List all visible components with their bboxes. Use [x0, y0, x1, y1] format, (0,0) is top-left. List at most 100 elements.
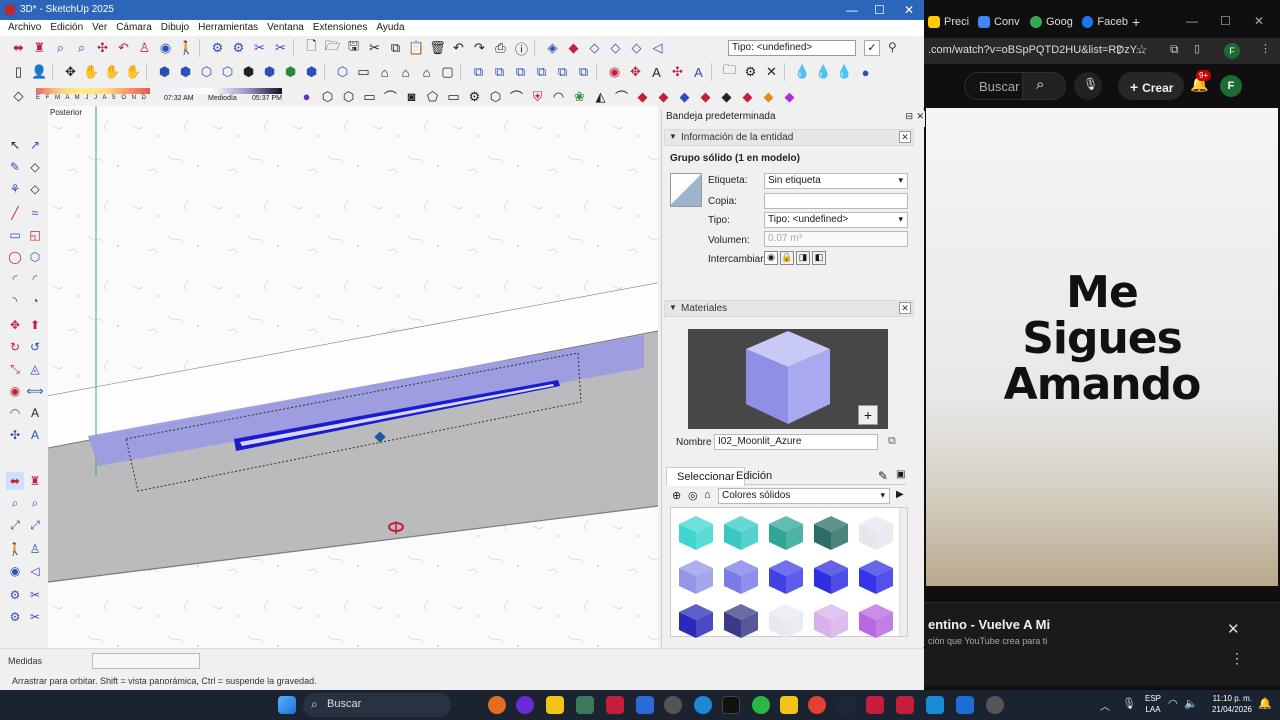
geo-location-icon[interactable]: ◉: [604, 62, 625, 83]
add-location-icon[interactable]: ✥: [625, 62, 646, 83]
back-edges-icon[interactable]: ⬢: [175, 62, 196, 83]
sweep-icon[interactable]: ⌒: [611, 86, 632, 107]
user-icon[interactable]: 👤: [29, 62, 50, 83]
app6-icon[interactable]: [986, 696, 1004, 714]
drop-blue-icon[interactable]: 💧: [834, 62, 855, 83]
move-icon[interactable]: ✥: [6, 316, 24, 334]
subtract-icon[interactable]: ⧉: [531, 62, 552, 83]
sandbox3-icon[interactable]: ⚙: [6, 608, 24, 626]
freehand-icon[interactable]: ≈: [26, 204, 44, 222]
style-active-icon[interactable]: ⬢: [301, 62, 322, 83]
tag-icon[interactable]: ⚘: [6, 180, 24, 198]
sandbox-scratch-icon[interactable]: ◁: [647, 38, 668, 59]
youtube-search-input[interactable]: Buscar: [964, 72, 1022, 100]
outlook-icon[interactable]: [636, 696, 654, 714]
maximize-icon[interactable]: ☐: [874, 3, 885, 17]
material-swatch[interactable]: [855, 600, 897, 642]
shaded-textures-icon[interactable]: ⬢: [259, 62, 280, 83]
position-camera-icon[interactable]: ♙: [134, 38, 155, 59]
material-swatch[interactable]: [765, 556, 807, 598]
type-dropdown[interactable]: Tipo: <undefined>: [728, 40, 856, 56]
video-player[interactable]: Me Sigues Amando: [926, 108, 1278, 586]
file-explorer-icon[interactable]: [546, 696, 564, 714]
material-library-dropdown[interactable]: Colores sólidos: [718, 488, 890, 504]
steam-icon[interactable]: [838, 696, 856, 714]
tag-dropdown[interactable]: Sin etiqueta: [764, 173, 908, 189]
rotate-icon[interactable]: ↻: [6, 338, 24, 356]
material-swatch[interactable]: [855, 512, 897, 554]
entity-info-header[interactable]: ▼ Información de la entidad ✕: [664, 129, 914, 146]
fredo-tool-6-icon[interactable]: ◆: [737, 86, 758, 107]
camera-icon[interactable]: ▭: [359, 86, 380, 107]
close-icon[interactable]: ✕: [899, 302, 911, 314]
lasso-icon[interactable]: ↗: [26, 136, 44, 154]
new-tab-button[interactable]: +: [1132, 11, 1144, 33]
dimension-icon[interactable]: ⟺: [26, 382, 44, 400]
material-name-field[interactable]: I02_Moonlit_Azure: [714, 434, 878, 450]
app3-icon[interactable]: [664, 696, 682, 714]
cut-icon[interactable]: ✂: [364, 38, 385, 59]
swatch-scrollbar[interactable]: [899, 508, 907, 636]
prev-view-icon[interactable]: ⤢: [26, 516, 44, 534]
wireframe-icon[interactable]: ⬡: [196, 62, 217, 83]
notification-icon[interactable]: 🔔: [1258, 697, 1272, 710]
pan-icon[interactable]: ✋: [81, 62, 102, 83]
text-tool-icon[interactable]: A: [646, 62, 667, 83]
fredo-tool-2-icon[interactable]: ◆: [653, 86, 674, 107]
back-view-icon[interactable]: ⌂: [416, 62, 437, 83]
paste-icon[interactable]: 📋: [406, 38, 427, 59]
top-view-icon[interactable]: ▭: [353, 62, 374, 83]
section-icon[interactable]: ◁: [26, 562, 44, 580]
sketchup-icon[interactable]: [866, 696, 884, 714]
rotated-rect-icon[interactable]: ◱: [26, 226, 44, 244]
maximize-icon[interactable]: ☐: [1220, 14, 1231, 28]
curve-icon[interactable]: ⌒: [506, 86, 527, 107]
autocad-icon[interactable]: [896, 696, 914, 714]
menu-herramientas[interactable]: Herramientas: [198, 22, 258, 36]
axes-tool-icon[interactable]: ✣: [667, 62, 688, 83]
taskbar-search[interactable]: ⌕ Buscar: [303, 693, 451, 717]
type-dropdown[interactable]: Tipo: <undefined>: [764, 212, 908, 228]
folder-icon[interactable]: 🗀: [719, 62, 740, 83]
minimize-icon[interactable]: —: [846, 3, 858, 17]
url-text[interactable]: .com/watch?v=oBSpPQTD2HU&list=RDzY...: [928, 44, 1145, 56]
sandbox-smoove-icon[interactable]: ◈: [542, 38, 563, 59]
material-swatch[interactable]: [810, 556, 852, 598]
arc2-icon[interactable]: ◜: [26, 270, 44, 288]
shadow-time-slider[interactable]: [164, 88, 282, 94]
shaded-icon[interactable]: ⬢: [238, 62, 259, 83]
bookmark-star-icon[interactable]: ☆: [1136, 42, 1148, 58]
rectangle-icon[interactable]: ▭: [6, 226, 24, 244]
youtube-search-button[interactable]: ⌕: [1022, 72, 1066, 100]
material-swatch[interactable]: [720, 600, 762, 642]
text-icon[interactable]: A: [26, 404, 44, 422]
app4-icon[interactable]: [926, 696, 944, 714]
undo-icon[interactable]: ↶: [448, 38, 469, 59]
share-icon[interactable]: ⇪: [1114, 43, 1124, 57]
front-view-icon[interactable]: ⌂: [374, 62, 395, 83]
create-material-icon[interactable]: +: [858, 405, 878, 425]
in-model-icon[interactable]: ◎: [688, 489, 698, 502]
pan-icon[interactable]: ♜: [26, 472, 44, 490]
chrome-tab[interactable]: Conv: [978, 11, 1026, 33]
extension-p-icon[interactable]: ●: [296, 86, 317, 107]
location-pin-icon[interactable]: ⚲: [888, 40, 897, 54]
material-swatch[interactable]: [720, 512, 762, 554]
pie-icon[interactable]: ◔: [26, 292, 44, 310]
orbit-active-icon[interactable]: ⬌: [6, 472, 24, 490]
material-swatch[interactable]: [810, 600, 852, 642]
sidebar-icon[interactable]: ▯: [1194, 42, 1200, 55]
menu-edicion[interactable]: Edición: [50, 22, 83, 36]
whatsapp-icon[interactable]: [752, 696, 770, 714]
scale-icon[interactable]: ⤡: [6, 360, 24, 378]
app-icon[interactable]: [516, 696, 534, 714]
paint-icon[interactable]: ✎: [6, 158, 24, 176]
menu-icon[interactable]: ⋮: [1260, 42, 1271, 55]
eraser2-icon[interactable]: ◇: [26, 180, 44, 198]
shield-icon[interactable]: ⛨: [527, 86, 548, 107]
edge-icon[interactable]: [694, 696, 712, 714]
display-sections-icon[interactable]: ✂: [249, 38, 270, 59]
chrome-tab[interactable]: Faceb: [1082, 11, 1128, 33]
menu-ver[interactable]: Ver: [92, 22, 107, 36]
sandbox-flip-icon[interactable]: ◇: [626, 38, 647, 59]
